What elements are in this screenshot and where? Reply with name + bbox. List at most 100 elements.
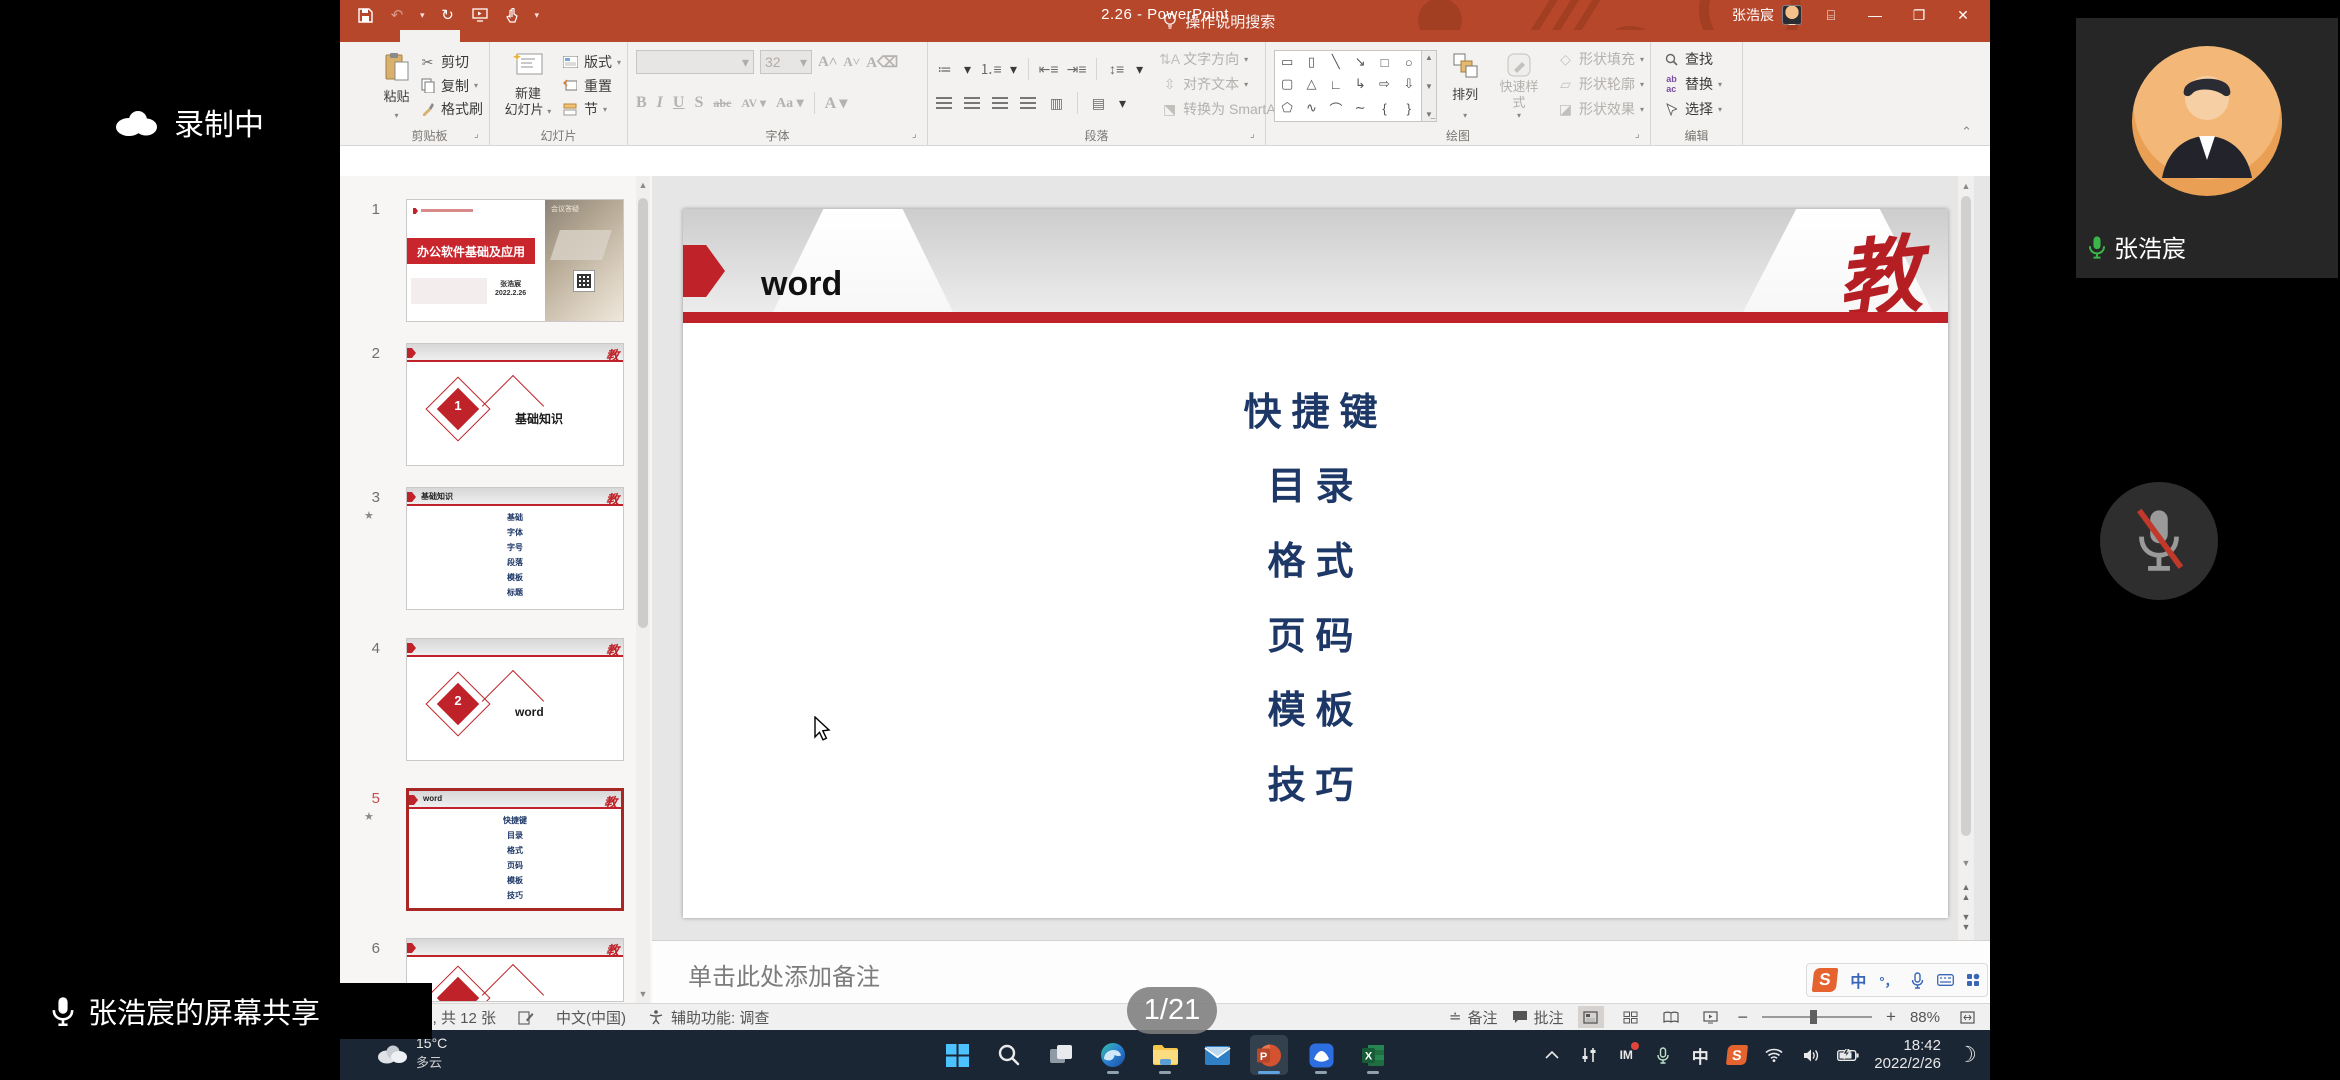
slide-sorter-view-button[interactable]	[1618, 1006, 1644, 1028]
file-explorer-icon[interactable]	[1146, 1035, 1184, 1075]
paste-button[interactable]: 粘贴 ▾	[378, 48, 415, 124]
shape-arrow-line-icon[interactable]: ↘	[1355, 54, 1366, 70]
sogou-logo-icon[interactable]: S	[1812, 968, 1839, 992]
notes-toggle-button[interactable]: ≐备注	[1449, 1007, 1498, 1028]
mail-icon[interactable]	[1198, 1035, 1236, 1075]
shape-fill-button[interactable]: ◇形状填充▾	[1557, 48, 1644, 70]
slide-list-item[interactable]: 格式	[683, 530, 1948, 585]
slide-list-item[interactable]: 技巧	[683, 754, 1948, 809]
slideshow-view-button[interactable]	[1698, 1006, 1724, 1028]
notes-pane[interactable]: 单击此处添加备注	[652, 940, 1990, 1003]
slide-list-item[interactable]: 页码	[683, 605, 1948, 660]
shapes-gallery[interactable]: ▭ ▯ ╲ ↘ □ ○ ▢ △ ∟ ↳ ⇨ ⇩ ⬠	[1274, 50, 1422, 122]
underline-button[interactable]: U	[673, 94, 685, 112]
align-left-icon[interactable]	[936, 97, 952, 109]
change-case-button[interactable]: Aa ▾	[776, 95, 804, 112]
start-button[interactable]	[938, 1035, 976, 1075]
gallery-down-icon[interactable]: ▼	[1425, 82, 1433, 91]
slide-canvas[interactable]: word 教 快捷键 目录 格式 页码 模板 技巧	[683, 209, 1948, 918]
accessibility-status[interactable]: 辅助功能: 调查	[648, 1007, 769, 1028]
previous-slide-button[interactable]: ▲▲	[1958, 882, 1974, 902]
powerpoint-taskbar-icon[interactable]: P	[1250, 1035, 1288, 1075]
taskbar-clock[interactable]: 18:42 2022/2/26	[1874, 1037, 1941, 1073]
font-color-button[interactable]: A ▾	[825, 93, 848, 113]
select-button[interactable]: 选择▾	[1663, 98, 1736, 120]
character-spacing-button[interactable]: AV ▾	[741, 96, 766, 111]
tray-mic-icon[interactable]	[1652, 1044, 1674, 1066]
replace-button[interactable]: abac替换▾	[1663, 73, 1736, 95]
editor-scrollbar[interactable]: ▲ ▼ ▲▲ ▼▼	[1958, 176, 1974, 940]
shrink-font-icon[interactable]: A˅	[843, 54, 860, 70]
shape-line-icon[interactable]: ╲	[1332, 54, 1340, 70]
ime-toolbox-icon[interactable]	[1966, 973, 1980, 987]
account-user[interactable]: 张浩宸	[1732, 5, 1802, 25]
shape-elbow-arrow-icon[interactable]: ↳	[1355, 76, 1366, 92]
slide-list-item[interactable]: 快捷键	[683, 381, 1948, 436]
battery-icon[interactable]	[1837, 1044, 1859, 1066]
font-size-combo[interactable]: 32▾	[760, 50, 812, 74]
edge-browser-icon[interactable]	[1094, 1035, 1132, 1075]
shape-rectangle-icon[interactable]: □	[1381, 55, 1389, 70]
slide-list-item[interactable]: 模板	[683, 679, 1948, 734]
shape-left-brace-icon[interactable]: {	[1382, 101, 1386, 116]
layout-button[interactable]: 版式▾	[562, 51, 621, 73]
decrease-indent-icon[interactable]: ⇤≡	[1040, 61, 1057, 78]
find-button[interactable]: 查找	[1663, 48, 1736, 70]
shape-rounded-rect-icon[interactable]: ▢	[1281, 76, 1293, 92]
scroll-up-icon[interactable]: ▲	[1958, 181, 1974, 191]
zoom-out-button[interactable]: −	[1738, 1007, 1749, 1028]
shape-curve-icon[interactable]: ∼	[1355, 100, 1366, 116]
normal-view-button[interactable]	[1578, 1006, 1604, 1028]
italic-button[interactable]: I	[657, 94, 663, 112]
align-center-icon[interactable]	[964, 97, 980, 109]
next-slide-button[interactable]: ▼▼	[1958, 912, 1974, 932]
zoom-slider-thumb[interactable]	[1810, 1010, 1817, 1024]
ime-mic-icon[interactable]	[1911, 972, 1924, 989]
shape-textbox-icon[interactable]: ▭	[1281, 54, 1293, 70]
zoom-slider[interactable]	[1762, 1016, 1872, 1018]
start-slideshow-icon[interactable]	[471, 6, 489, 24]
align-right-icon[interactable]	[992, 97, 1008, 109]
sogou-tray-icon[interactable]: S	[1726, 1044, 1748, 1066]
notes-pen-icon[interactable]	[518, 1010, 534, 1025]
shape-oval-icon[interactable]: ○	[1405, 55, 1413, 70]
thumbnail-scrollbar[interactable]: ▲ ▼	[636, 176, 650, 1003]
ime-keyboard-icon[interactable]	[1937, 974, 1954, 986]
bullets-icon[interactable]: ≔	[936, 61, 953, 78]
strikethrough-button[interactable]: abc	[713, 96, 731, 111]
arrange-button[interactable]: 排列 ▾	[1445, 48, 1485, 124]
tray-chevron-icon[interactable]	[1541, 1044, 1563, 1066]
cut-button[interactable]: ✂剪切	[419, 51, 483, 73]
zoom-level[interactable]: 88%	[1910, 1009, 1940, 1026]
format-painter-button[interactable]: 格式刷	[419, 98, 483, 120]
restore-button[interactable]: ❐	[1904, 1, 1934, 29]
focus-assist-moon-icon[interactable]: ☾	[1956, 1044, 1978, 1066]
slide-list-item[interactable]: 目录	[683, 455, 1948, 510]
save-icon[interactable]	[356, 6, 374, 24]
minimize-button[interactable]: —	[1860, 1, 1890, 29]
shape-elbow-icon[interactable]: ∟	[1329, 77, 1342, 92]
numbering-icon[interactable]: ⒈≡	[982, 61, 999, 78]
grow-font-icon[interactable]: A˄	[818, 54, 837, 71]
im-notification-icon[interactable]: IM	[1615, 1044, 1637, 1066]
shape-right-arrow-icon[interactable]: ⇨	[1379, 76, 1390, 92]
muted-mic-button[interactable]	[2100, 482, 2218, 600]
shape-effects-button[interactable]: ◪形状效果▾	[1557, 98, 1644, 120]
clear-formatting-icon[interactable]: A⌫	[866, 53, 898, 72]
language-status[interactable]: 中文(中国)	[556, 1007, 626, 1028]
ime-punctuation-icon[interactable]: °，	[1879, 971, 1897, 990]
gallery-up-icon[interactable]: ▲	[1425, 53, 1433, 62]
shape-vertical-textbox-icon[interactable]: ▯	[1308, 54, 1315, 70]
slide-title[interactable]: word	[761, 265, 842, 304]
justify-icon[interactable]	[1020, 97, 1036, 109]
shape-freeform-icon[interactable]: ⬠	[1282, 100, 1293, 116]
drawing-dialog-launcher-icon[interactable]: ⌟	[1635, 130, 1647, 142]
ribbon-display-options-icon[interactable]: ⌸	[1816, 1, 1846, 29]
excel-taskbar-icon[interactable]: X	[1354, 1035, 1392, 1075]
shape-triangle-icon[interactable]: △	[1306, 76, 1316, 92]
gallery-more-icon[interactable]: ▼̲	[1425, 110, 1433, 119]
audio-mixer-icon[interactable]	[1578, 1044, 1600, 1066]
comments-toggle-button[interactable]: 批注	[1512, 1007, 1564, 1028]
new-slide-button[interactable]: 新建幻灯片 ▾	[498, 48, 558, 124]
shape-arc-icon[interactable]: ⌒	[1329, 99, 1342, 118]
